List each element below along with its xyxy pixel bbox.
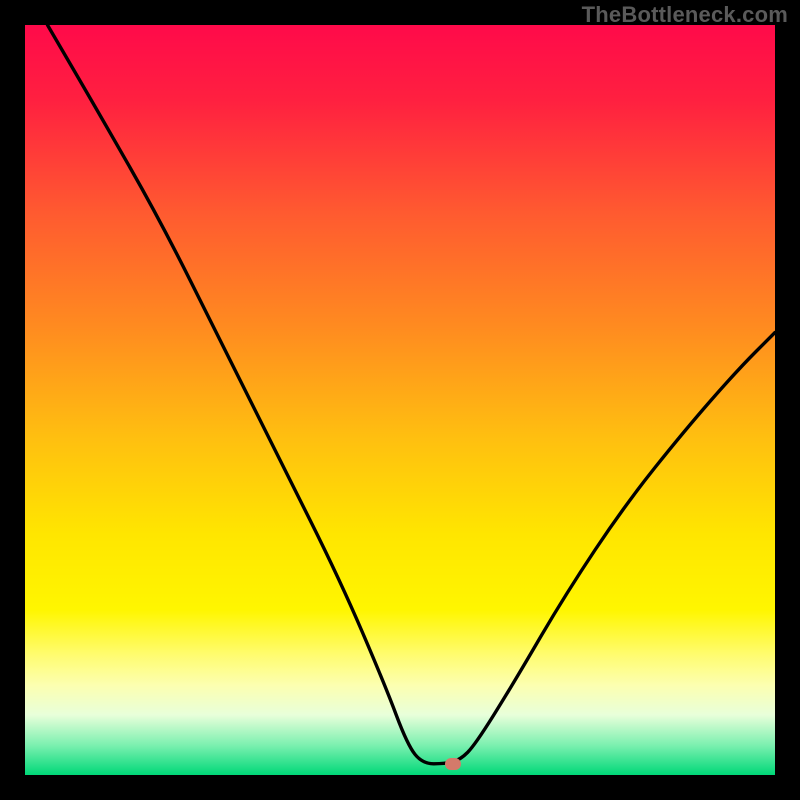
optimal-point-marker (445, 758, 461, 770)
chart-frame: TheBottleneck.com (0, 0, 800, 800)
curve-plot (25, 25, 775, 775)
watermark-text: TheBottleneck.com (582, 2, 788, 28)
plot-area (25, 25, 775, 775)
